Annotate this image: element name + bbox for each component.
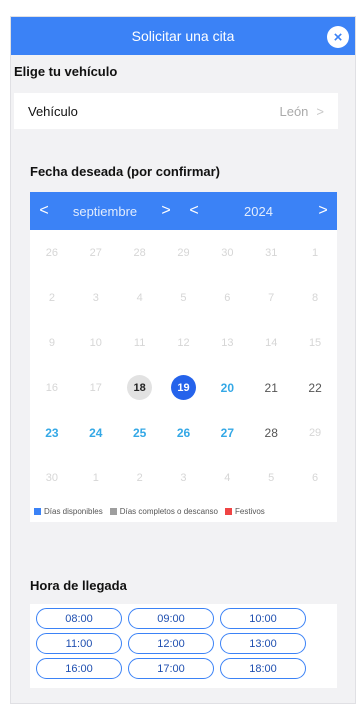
time-slot-button[interactable]: 17:00 — [128, 658, 214, 679]
next-year-button[interactable]: > — [309, 202, 337, 220]
next-month-button[interactable]: > — [152, 202, 180, 220]
prev-month-button[interactable]: < — [30, 202, 58, 220]
calendar-day: 26 — [45, 246, 59, 259]
calendar-day: 31 — [265, 246, 278, 259]
calendar-day: 4 — [224, 471, 231, 484]
selected-day-label: 19 — [170, 375, 196, 400]
calendar-day[interactable]: 26 — [162, 410, 206, 455]
calendar-day: 3 — [92, 291, 99, 304]
calendar-day: 6 — [312, 471, 319, 484]
vehicle-section-title: Elige tu vehículo — [14, 64, 118, 79]
close-icon: × — [333, 28, 343, 46]
legend-label: Días disponibles — [44, 506, 103, 516]
calendar-day[interactable]: 23 — [30, 410, 74, 455]
legend-label: Días completos o descanso — [119, 506, 218, 516]
legend-swatch — [109, 507, 117, 515]
calendar-day: 21 — [264, 380, 278, 395]
calendar-day: 1 — [312, 246, 319, 259]
legend-label: Festivos — [234, 506, 265, 516]
calendar-day: 18 — [118, 365, 162, 410]
arrival-times: 08:00 09:00 10:00 11:00 12:00 13:00 16:00 17:00… — [30, 604, 337, 688]
calendar-day: 3 — [180, 471, 187, 484]
time-slot-button[interactable]: 09:00 — [128, 608, 214, 629]
calendar-day[interactable]: 20 — [205, 365, 249, 410]
time-slot-button[interactable]: 16:00 — [36, 658, 122, 679]
vehicle-selector[interactable]: Vehículo León > — [14, 93, 338, 129]
calendar-day: 4 — [136, 291, 143, 304]
time-grid: 08:00 09:00 10:00 11:00 12:00 13:00 16:00 17:00… — [36, 608, 337, 679]
time-slot-button[interactable]: 10:00 — [220, 608, 306, 629]
chevron-right-icon: > — [316, 103, 324, 119]
legend-item: Días completos o descanso — [109, 506, 218, 516]
time-slot-button[interactable]: 13:00 — [220, 633, 306, 654]
vehicle-value-text: León — [279, 103, 309, 119]
calendar-day[interactable]: 27 — [205, 410, 249, 455]
time-slot-button[interactable]: 18:00 — [220, 658, 306, 679]
calendar-day: 15 — [308, 336, 322, 349]
close-button[interactable]: × — [327, 26, 349, 48]
calendar-grid: 26 27 28 29 30 31 1 2 3 4 5 6 7 8 9 10 11 12 13 14 15 16 17 18 1… — [30, 230, 337, 500]
calendar-day: 12 — [177, 336, 190, 349]
time-slot-button[interactable]: 12:00 — [128, 633, 214, 654]
calendar-day: 8 — [312, 291, 319, 304]
calendar-day: 28 — [133, 246, 146, 259]
calendar-day: 7 — [268, 291, 275, 304]
calendar-day: 22 — [308, 380, 322, 395]
legend-swatch — [34, 507, 41, 515]
calendar-day: 28 — [264, 425, 278, 440]
calendar-day: 2 — [136, 471, 143, 484]
calendar-day: 13 — [221, 336, 234, 349]
calendar-day: 5 — [180, 291, 187, 304]
calendar-header: < septiembre > < 2024 > — [30, 192, 337, 230]
page-title: Solicitar una cita — [131, 28, 235, 44]
vehicle-value: León > — [279, 104, 324, 119]
calendar-day: 30 — [45, 471, 59, 484]
time-slot-button[interactable]: 08:00 — [36, 608, 122, 629]
calendar-day: 29 — [308, 426, 322, 439]
calendar: < septiembre > < 2024 > 26 27 28 29 30 31 1 2 3 4… — [30, 192, 337, 522]
year-label: 2024 — [244, 203, 273, 219]
prev-year-button[interactable]: < — [180, 202, 208, 220]
header-bar: Solicitar una cita × — [11, 17, 355, 55]
calendar-day: 5 — [268, 471, 275, 484]
calendar-day: 30 — [221, 246, 234, 259]
calendar-day: 14 — [265, 336, 278, 349]
calendar-day: 11 — [133, 336, 146, 349]
calendar-day[interactable]: 19 — [162, 365, 206, 410]
time-slot-button[interactable]: 11:00 — [36, 633, 122, 654]
calendar-day: 27 — [89, 246, 102, 259]
calendar-day: 9 — [48, 336, 55, 349]
legend-item: Días disponibles — [34, 507, 103, 516]
calendar-day[interactable]: 24 — [74, 410, 118, 455]
calendar-day: 6 — [224, 291, 231, 304]
calendar-day[interactable]: 25 — [118, 410, 162, 455]
calendar-day: 17 — [89, 381, 102, 394]
month-label: septiembre — [72, 203, 138, 219]
today-day-label: 18 — [127, 375, 153, 400]
arrival-section-title: Hora de llegada — [30, 578, 127, 593]
calendar-day: 1 — [92, 471, 99, 484]
calendar-day: 16 — [45, 381, 59, 394]
legend-item: Festivos — [224, 506, 265, 516]
calendar-legend: Días disponibles Días completos o descans… — [30, 500, 337, 522]
calendar-day: 10 — [89, 336, 102, 349]
vehicle-label: Vehículo — [28, 103, 78, 119]
legend-swatch — [224, 507, 232, 515]
calendar-day: 2 — [48, 291, 55, 304]
date-section-title: Fecha deseada (por confirmar) — [30, 164, 220, 179]
calendar-day: 29 — [177, 246, 190, 259]
